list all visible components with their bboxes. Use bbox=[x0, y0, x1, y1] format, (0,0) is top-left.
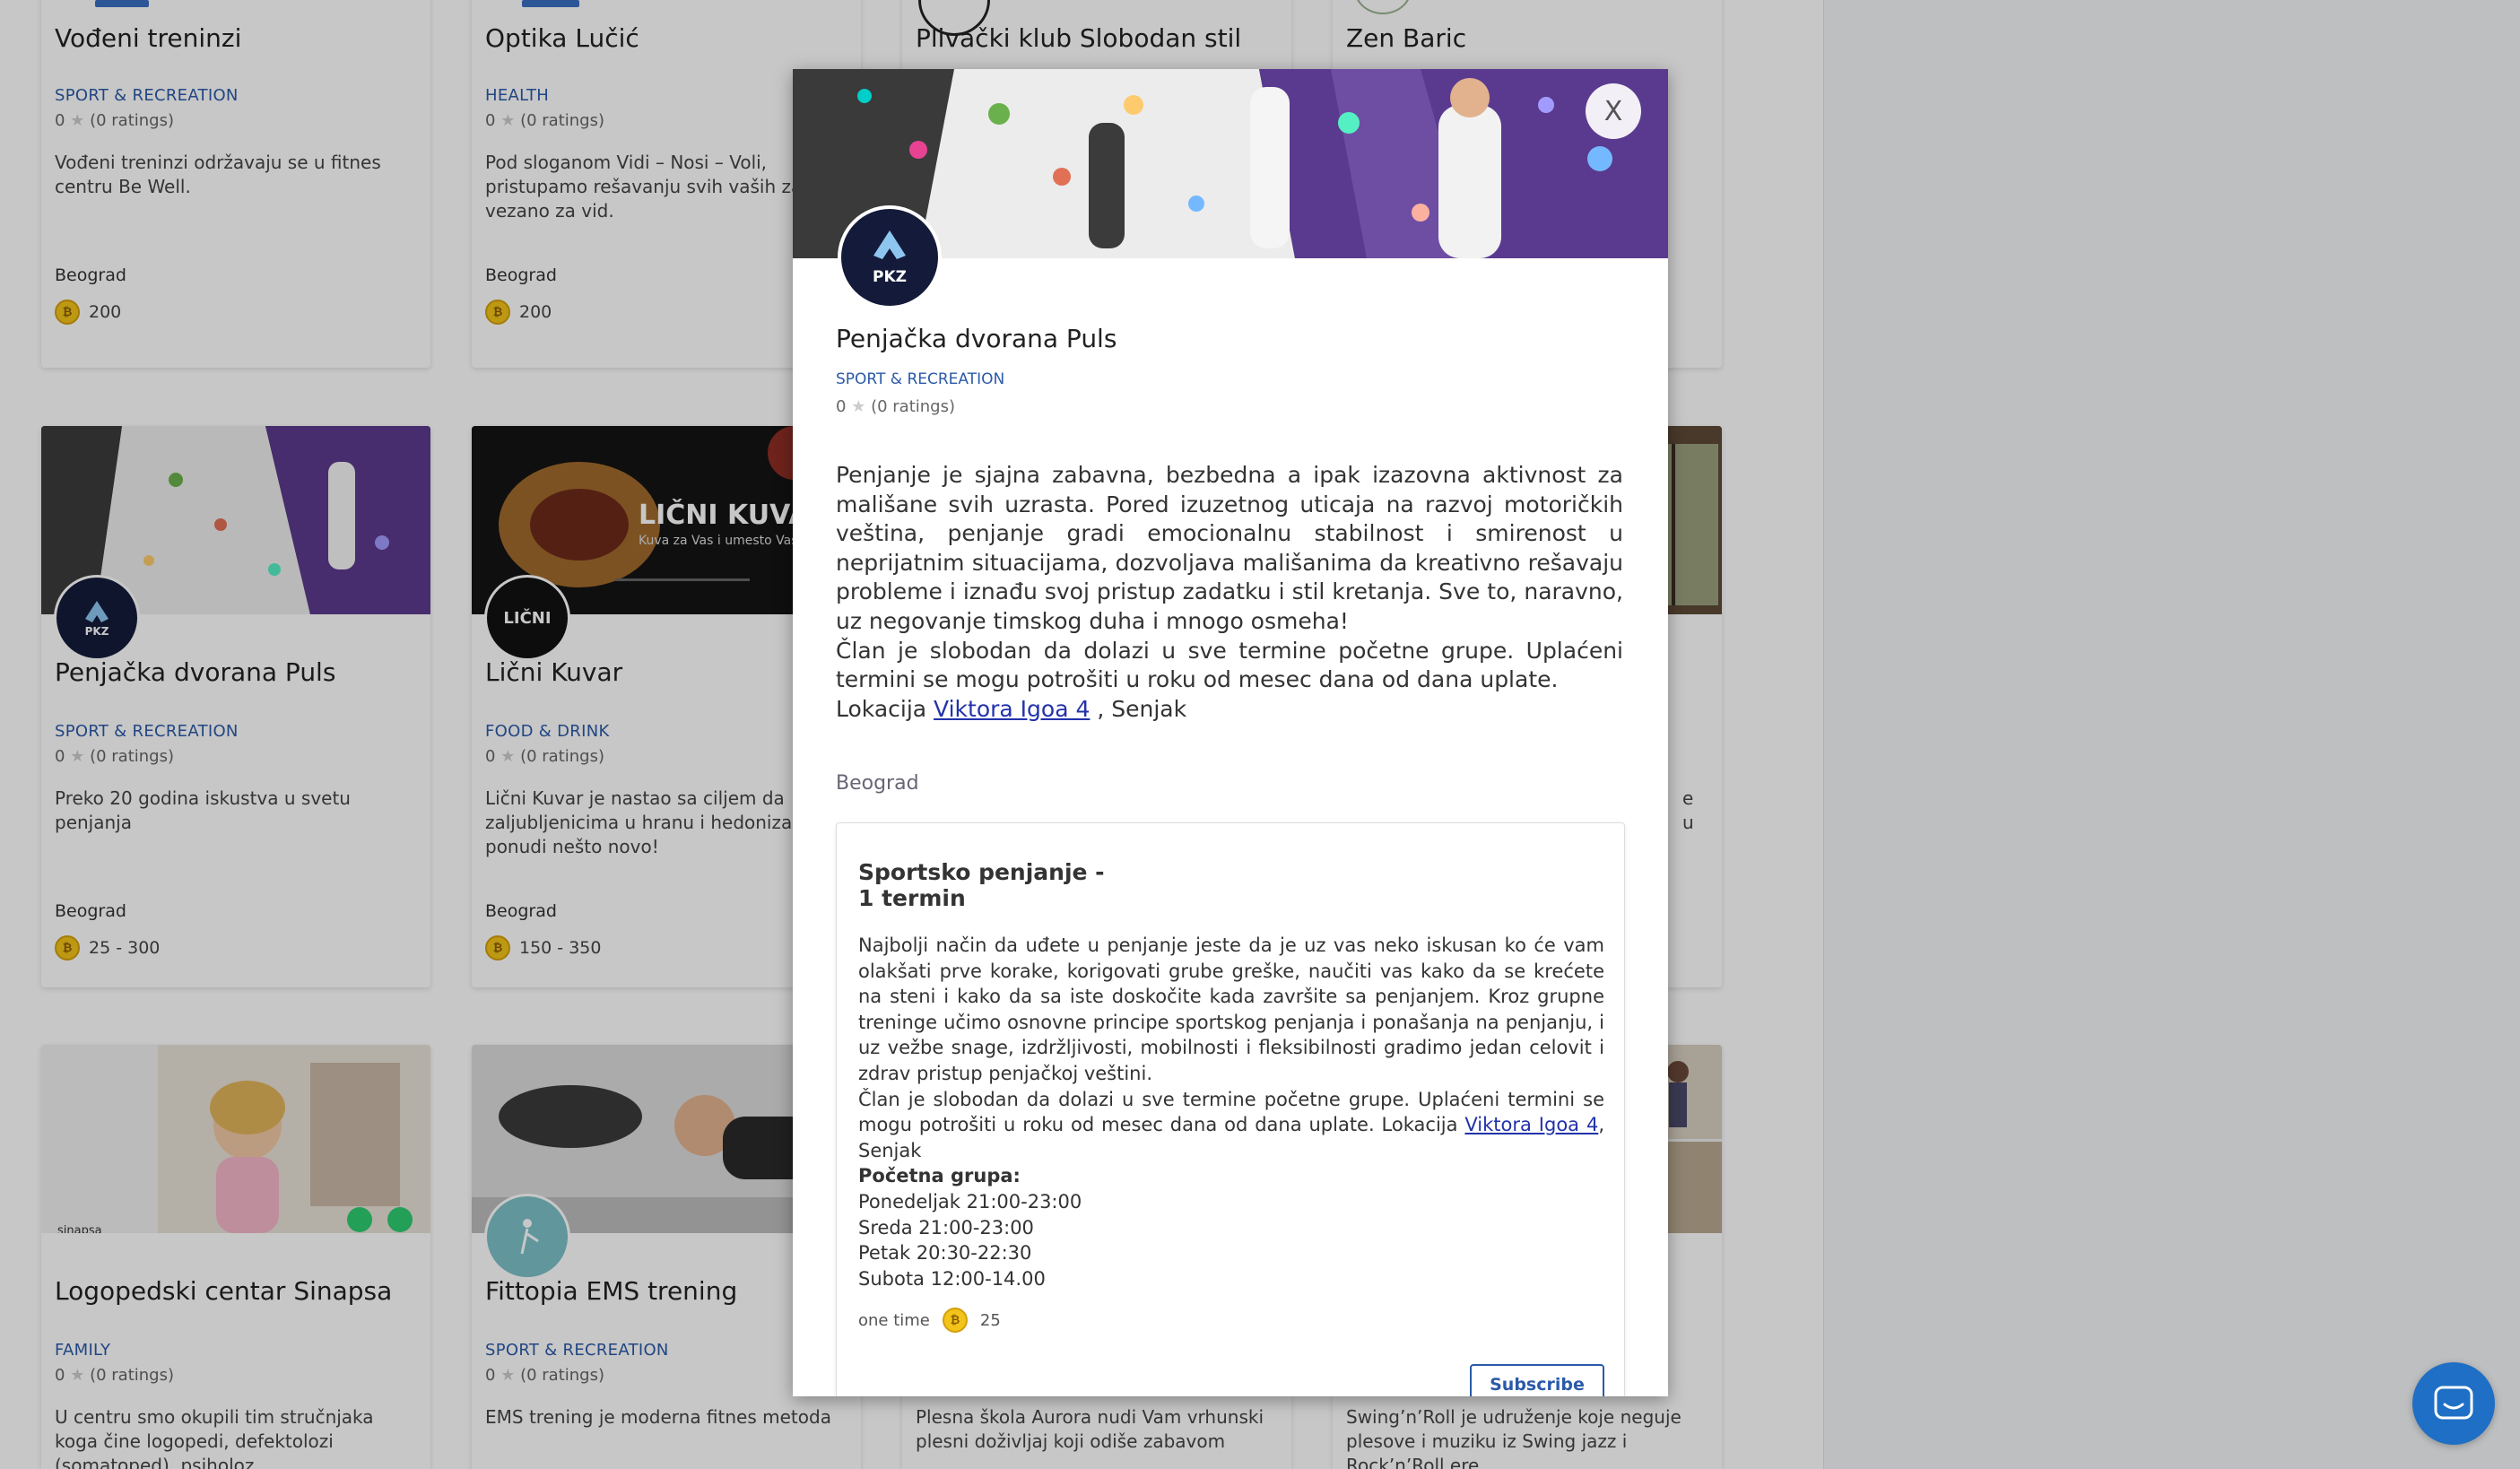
plan-frequency: one time bbox=[858, 1310, 930, 1330]
modal-description: Penjanje je sjajna zabavna, bezbedna a i… bbox=[836, 461, 1623, 724]
plan-paragraph: Najbolji način da uđete u penjanje jeste… bbox=[858, 934, 1604, 1084]
organization-detail-modal: X PKZ Penjačka dvorana Puls SPORT & RECR… bbox=[793, 69, 1668, 1396]
location-prefix: Lokacija bbox=[836, 695, 934, 722]
schedule-item: Petak 20:30-22:30 bbox=[858, 1242, 1032, 1265]
description-paragraph: Penjanje je sjajna zabavna, bezbedna a i… bbox=[836, 462, 1623, 634]
location-link[interactable]: Viktora Igoa 4 bbox=[934, 696, 1090, 722]
schedule-heading: Početna grupa: bbox=[858, 1165, 1021, 1187]
modal-logo-pkz: PKZ bbox=[838, 205, 942, 309]
modal-title: Penjačka dvorana Puls bbox=[836, 324, 1117, 353]
plan-price-value: 25 bbox=[979, 1310, 1001, 1330]
logo-text: PKZ bbox=[873, 268, 907, 286]
close-icon: X bbox=[1603, 95, 1623, 127]
subscribe-button[interactable]: Subscribe bbox=[1470, 1364, 1604, 1396]
close-button[interactable]: X bbox=[1586, 83, 1641, 139]
schedule-item: Subota 12:00-14.00 bbox=[858, 1267, 1046, 1290]
location-suffix: , Senjak bbox=[1090, 695, 1187, 722]
modal-city: Beograd bbox=[836, 772, 919, 795]
subscription-plan-card: Sportsko penjanje - 1 termin Najbolji na… bbox=[836, 822, 1625, 1396]
coin-icon: ₿ bbox=[942, 1308, 968, 1333]
rating-value: 0 bbox=[836, 397, 847, 416]
modal-rating: 0 ★ (0 ratings) bbox=[836, 397, 955, 416]
modal-category: SPORT & RECREATION bbox=[836, 370, 1005, 388]
plan-description: Najbolji način da uđete u penjanje jeste… bbox=[858, 933, 1604, 1291]
schedule-item: Ponedeljak 21:00-23:00 bbox=[858, 1190, 1082, 1213]
plan-location-link[interactable]: Viktora Igoa 4 bbox=[1464, 1114, 1598, 1135]
chat-launcher-button[interactable] bbox=[2412, 1362, 2495, 1445]
ratings-count: (0 ratings) bbox=[871, 397, 955, 416]
chat-icon bbox=[2434, 1386, 2473, 1420]
description-paragraph: Član je slobodan da dolazi u sve termine… bbox=[836, 637, 1623, 693]
star-icon: ★ bbox=[851, 397, 866, 416]
pkz-logo-icon bbox=[873, 230, 906, 259]
plan-price: one time ₿ 25 bbox=[858, 1308, 1001, 1333]
plan-title: Sportsko penjanje - 1 termin bbox=[858, 859, 1105, 911]
schedule-item: Sreda 21:00-23:00 bbox=[858, 1216, 1034, 1239]
